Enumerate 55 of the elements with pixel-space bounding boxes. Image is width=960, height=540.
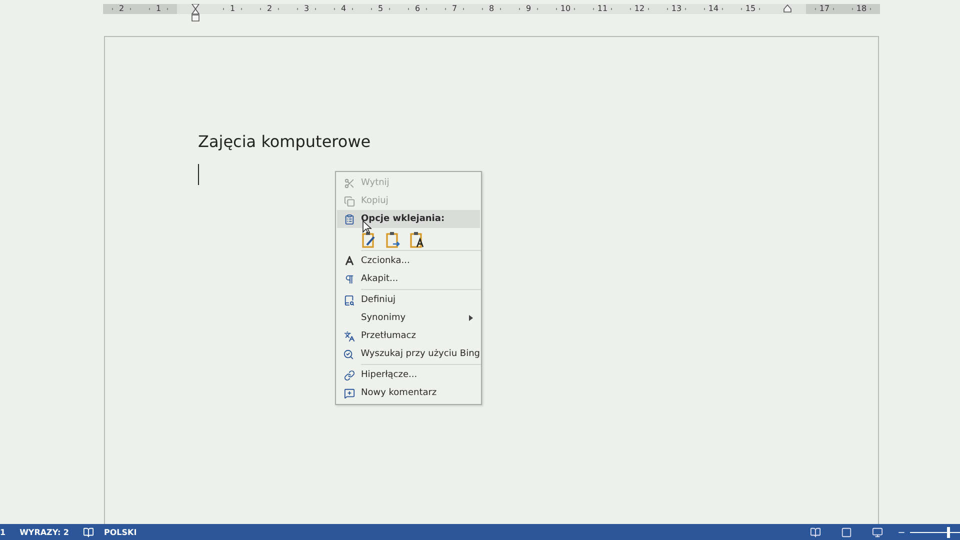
ruler-number: 12 xyxy=(633,4,646,14)
ruler-number: 2 xyxy=(118,4,126,14)
translate-icon xyxy=(344,330,354,342)
ruler-number: 3 xyxy=(302,4,310,14)
web-layout-icon[interactable] xyxy=(872,526,883,538)
ruler-number: 6 xyxy=(414,4,422,14)
paste-option-button[interactable] xyxy=(384,230,402,248)
ruler-number: 5 xyxy=(376,4,384,14)
menu-item[interactable]: Przetłumacz xyxy=(337,327,480,345)
copy-icon xyxy=(344,196,354,206)
page-number: 1 xyxy=(0,528,6,536)
ruler-number: 4 xyxy=(340,4,348,14)
zoom-slider[interactable] xyxy=(910,526,960,538)
ruler-number: 2 xyxy=(266,4,274,14)
comment-icon xyxy=(344,388,354,398)
clipboard-icon xyxy=(361,230,377,248)
menu-item[interactable]: Czcionka... xyxy=(337,252,480,270)
ruler-number: 10 xyxy=(559,4,572,14)
ruler-number: 14 xyxy=(707,4,720,14)
ruler-number: 11 xyxy=(596,4,609,14)
paragraph-icon xyxy=(344,274,354,284)
ruler-number: 8 xyxy=(488,4,496,14)
scissors-icon xyxy=(344,178,354,188)
ruler-number: 9 xyxy=(524,4,532,14)
ruler-number: 13 xyxy=(670,4,683,14)
ruler-number: 7 xyxy=(450,4,458,14)
ruler-number: 15 xyxy=(744,4,757,14)
menu-item[interactable]: Definiuj xyxy=(337,291,480,309)
ruler-number: 18 xyxy=(855,4,868,14)
ruler-number: 1 xyxy=(228,4,236,14)
book-search-icon xyxy=(344,294,354,306)
clipboard-icon xyxy=(385,230,401,248)
print-layout-icon[interactable] xyxy=(841,526,852,538)
menu-item[interactable]: Akapit... xyxy=(337,270,480,288)
clipboard-icon xyxy=(344,214,354,224)
proofing-icon[interactable] xyxy=(83,526,94,538)
paste-option-button[interactable] xyxy=(408,230,426,248)
ruler-number: 17 xyxy=(818,4,831,14)
menu-item[interactable]: Synonimy xyxy=(337,309,480,327)
document-heading: Zajęcia komputerowe xyxy=(198,132,371,151)
text-cursor xyxy=(198,164,199,185)
menu-item[interactable]: Wyszukaj przy użyciu Bing xyxy=(337,345,480,363)
menu-item[interactable]: Nowy komentarz xyxy=(337,384,480,402)
letter-a-icon xyxy=(344,256,354,266)
submenu-arrow-icon xyxy=(469,315,473,321)
word-count: WYRAZY: 2 xyxy=(20,528,69,536)
language-label: POLSKI xyxy=(104,528,137,536)
menu-item[interactable]: Hiperłącze... xyxy=(337,366,480,384)
menu-header[interactable]: Opcje wklejania: xyxy=(337,210,480,228)
clipboard-icon xyxy=(409,230,425,248)
indent-marker-icon[interactable] xyxy=(191,4,200,22)
ruler-number: 1 xyxy=(154,4,162,14)
read-mode-icon[interactable] xyxy=(810,526,821,538)
link-icon xyxy=(344,370,354,380)
search-icon xyxy=(343,348,354,360)
